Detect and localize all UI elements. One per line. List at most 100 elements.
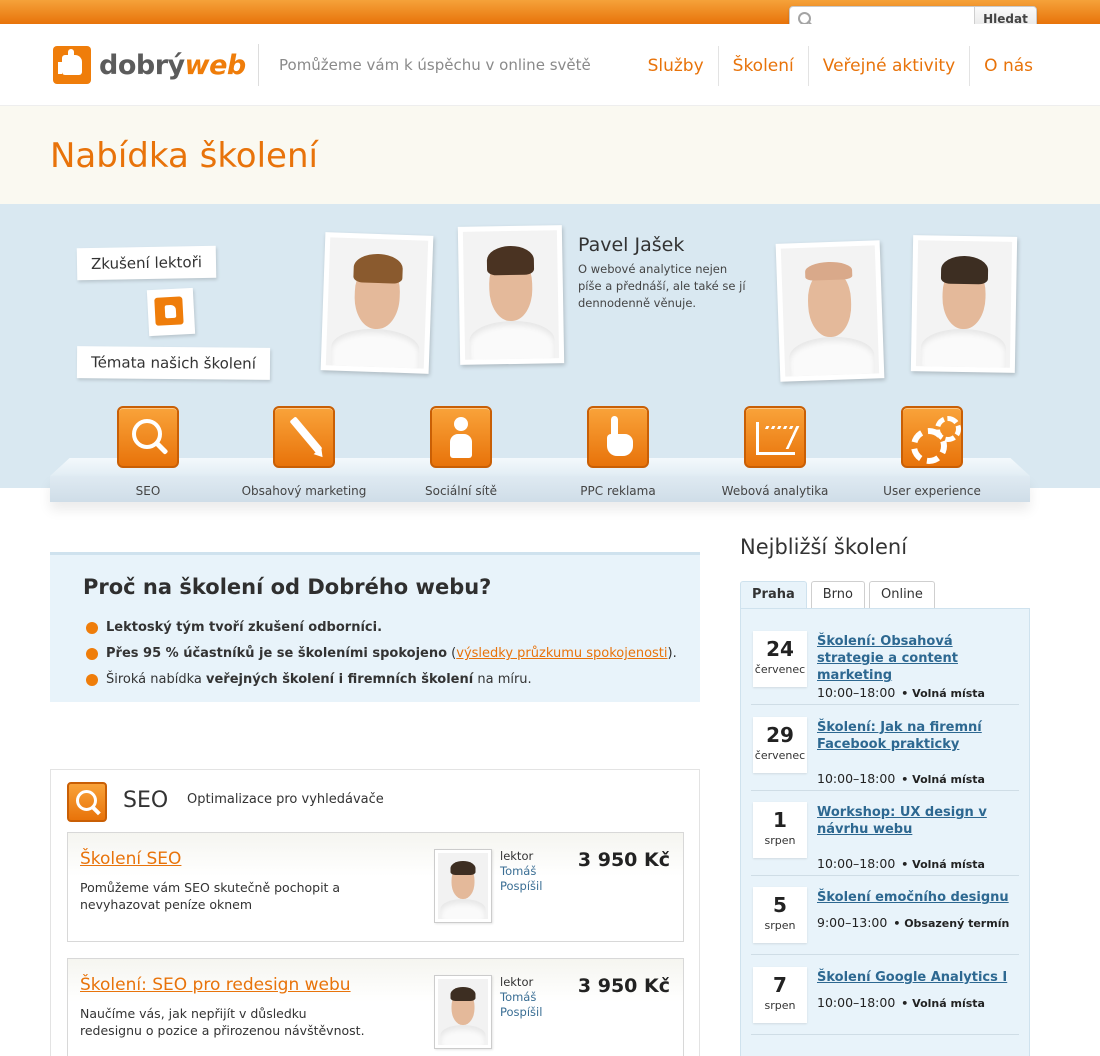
lector-photo-2[interactable] bbox=[457, 225, 565, 365]
topic-ppc[interactable]: PPC reklama bbox=[543, 406, 693, 498]
event-date: 29 červenec bbox=[753, 717, 807, 773]
magnifier-icon bbox=[117, 406, 179, 468]
topic-label: SEO bbox=[135, 484, 161, 498]
event-date: 24 červenec bbox=[753, 631, 807, 687]
why-item-2-bold: Přes 95 % účastníků je se školeními spok… bbox=[106, 646, 448, 661]
tab-praha[interactable]: Praha bbox=[740, 581, 807, 609]
topic-label: Sociální sítě bbox=[424, 484, 497, 498]
course-description: Pomůžeme vám SEO skutečně pochopit a nev… bbox=[80, 880, 341, 912]
why-item: Široká nabídka veřejných školení i firem… bbox=[86, 667, 677, 693]
person-icon bbox=[430, 406, 492, 468]
event-status: • Volná místa bbox=[901, 997, 985, 1010]
lector-info: lektor Tomáš Pospíšil bbox=[500, 975, 542, 1020]
city-tabs: Praha Brno Online bbox=[740, 581, 939, 609]
event-day: 5 bbox=[773, 893, 787, 917]
event-month: červenec bbox=[754, 663, 806, 676]
site-header: dobrýweb Pomůžeme vám k úspěchu v online… bbox=[0, 24, 1100, 106]
topic-content-marketing[interactable]: Obsahový marketing bbox=[229, 406, 379, 498]
topic-label: Obsahový marketing bbox=[241, 484, 367, 498]
lector-avatar[interactable] bbox=[434, 975, 492, 1049]
topic-user-experience[interactable]: User experience bbox=[857, 406, 1007, 498]
lector-photo-3[interactable] bbox=[775, 240, 885, 382]
pointer-hand-icon bbox=[587, 406, 649, 468]
header-divider bbox=[258, 44, 259, 86]
seo-section-title: SEO bbox=[123, 788, 169, 813]
event-time: 10:00–18:00 bbox=[817, 771, 896, 786]
event-status: • Obsazený termín bbox=[893, 917, 1010, 930]
lector-link-first[interactable]: Tomáš bbox=[500, 990, 542, 1005]
topic-social-networks[interactable]: Sociální sítě bbox=[386, 406, 536, 498]
survey-results-link[interactable]: výsledky průzkumu spokojenosti bbox=[456, 646, 667, 661]
lector-photo-1[interactable] bbox=[320, 232, 434, 374]
event-month: srpen bbox=[764, 834, 796, 847]
lector-label: lektor bbox=[500, 975, 534, 989]
topic-label: Webová analytika bbox=[721, 484, 829, 498]
event-item: 24 červenec Školení: Obsahová strategie … bbox=[751, 619, 1019, 705]
event-title-link[interactable]: Školení: Obsahová strategie a content ma… bbox=[817, 633, 1017, 684]
course-price: 3 950 Kč bbox=[577, 849, 670, 871]
course-title-link[interactable]: Školení SEO bbox=[80, 849, 181, 869]
event-meta: 10:00–18:00 • Volná místa bbox=[817, 995, 985, 1010]
event-item: 7 srpen Školení Google Analytics I 10:00… bbox=[751, 955, 1019, 1035]
event-title-link[interactable]: Školení Google Analytics I bbox=[817, 969, 1017, 986]
event-meta: 10:00–18:00 • Volná místa bbox=[817, 771, 985, 786]
event-title-link[interactable]: Školení: Jak na firemní Facebook praktic… bbox=[817, 719, 1017, 753]
topic-seo[interactable]: SEO bbox=[73, 406, 223, 498]
note-topics[interactable]: Témata našich školení bbox=[76, 346, 271, 380]
event-day: 29 bbox=[766, 723, 794, 747]
event-meta: 9:00–13:00 • Obsazený termín bbox=[817, 915, 1009, 930]
lector-link-last[interactable]: Pospíšil bbox=[500, 1005, 542, 1020]
tab-brno[interactable]: Brno bbox=[810, 581, 865, 609]
course-price: 3 950 Kč bbox=[577, 975, 670, 997]
course-title-link[interactable]: Školení: SEO pro redesign webu bbox=[80, 975, 351, 995]
pen-icon bbox=[273, 406, 335, 468]
site-tagline: Pomůžeme vám k úspěchu v online světě bbox=[279, 56, 591, 74]
event-item: 1 srpen Workshop: UX design v návrhu web… bbox=[751, 790, 1019, 876]
why-item-3-pre: Široká nabídka bbox=[106, 672, 206, 687]
gears-icon bbox=[901, 406, 963, 468]
why-item-3-post: na míru. bbox=[473, 672, 532, 687]
nav-item-verejne-aktivity[interactable]: Veřejné aktivity bbox=[807, 46, 969, 86]
event-day: 1 bbox=[773, 808, 787, 832]
event-time: 10:00–18:00 bbox=[817, 856, 896, 871]
course-card: Školení SEO Pomůžeme vám SEO skutečně po… bbox=[67, 832, 684, 942]
thumbs-up-card-icon bbox=[146, 287, 196, 337]
event-month: srpen bbox=[764, 919, 796, 932]
event-month: srpen bbox=[764, 999, 796, 1012]
event-time: 10:00–18:00 bbox=[817, 685, 896, 700]
lector-photo-4[interactable] bbox=[910, 235, 1018, 373]
lector-link-last[interactable]: Pospíšil bbox=[500, 879, 542, 894]
lector-avatar[interactable] bbox=[434, 849, 492, 923]
nav-item-skoleni[interactable]: Školení bbox=[717, 46, 808, 86]
site-logo[interactable]: dobrýweb bbox=[53, 46, 246, 84]
why-list: Lektoský tým tvoří zkušení odborníci. Př… bbox=[86, 615, 677, 693]
topic-web-analytics[interactable]: Webová analytika bbox=[700, 406, 850, 498]
why-item-2-close: ). bbox=[667, 646, 677, 661]
nav-item-o-nas[interactable]: O nás bbox=[969, 46, 1047, 86]
title-band: Nabídka školení bbox=[0, 106, 1100, 204]
why-item-1-text: Lektoský tým tvoří zkušení odborníci. bbox=[106, 620, 383, 635]
featured-lector-name: Pavel Jašek bbox=[578, 234, 685, 256]
hero-section: Zkušení lektoři Témata našich školení Pa… bbox=[0, 204, 1100, 502]
event-title-link[interactable]: Školení emočního designu bbox=[817, 889, 1017, 906]
event-title-link[interactable]: Workshop: UX design v návrhu webu bbox=[817, 804, 1017, 838]
note-lectors[interactable]: Zkušení lektoři bbox=[76, 245, 217, 281]
tab-online[interactable]: Online bbox=[868, 581, 935, 609]
logo-text-dobry: dobrý bbox=[99, 49, 185, 81]
seo-section-subtitle: Optimalizace pro vyhledávače bbox=[187, 792, 384, 807]
lector-label: lektor bbox=[500, 849, 534, 863]
topic-label: PPC reklama bbox=[580, 484, 656, 498]
event-month: červenec bbox=[754, 749, 806, 762]
seo-section: SEO Optimalizace pro vyhledávače Školení… bbox=[50, 769, 700, 1056]
event-status: • Volná místa bbox=[901, 858, 985, 871]
event-time: 10:00–18:00 bbox=[817, 995, 896, 1010]
lector-link-first[interactable]: Tomáš bbox=[500, 864, 542, 879]
topic-label: User experience bbox=[883, 484, 981, 498]
event-date: 7 srpen bbox=[753, 967, 807, 1023]
why-item-3-bold: veřejných školení i firemních školení bbox=[206, 672, 474, 687]
event-meta: 10:00–18:00 • Volná místa bbox=[817, 685, 985, 700]
thumbs-up-icon bbox=[53, 46, 91, 84]
event-day: 7 bbox=[773, 973, 787, 997]
event-status: • Volná místa bbox=[901, 773, 985, 786]
nav-item-sluzby[interactable]: Služby bbox=[634, 46, 718, 86]
